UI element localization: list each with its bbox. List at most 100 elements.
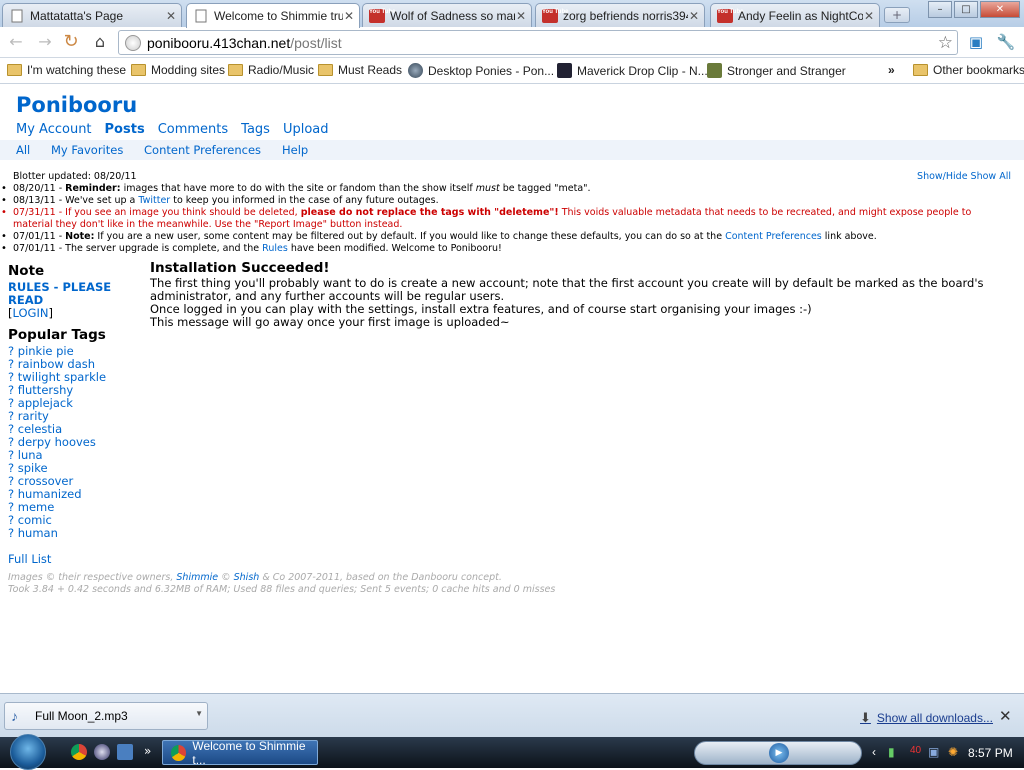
nav-comments[interactable]: Comments — [158, 122, 228, 137]
tag-help-link[interactable]: ? — [8, 344, 14, 358]
bookmark-folder-1[interactable]: Modding sites — [131, 63, 225, 77]
show-all-downloads-link[interactable]: ⬇ Show all downloads... — [860, 710, 993, 726]
tag-help-link[interactable]: ? — [8, 487, 14, 501]
bookmark-6[interactable]: Stronger and Stranger — [707, 63, 846, 78]
chevron-down-icon[interactable]: ▼ — [195, 709, 203, 718]
tab-strip: Mattatatta's Page ✕ Welcome to Shimmie t… — [0, 0, 1024, 28]
nav-tags[interactable]: Tags — [241, 122, 270, 137]
address-bar[interactable]: ponibooru.413chan.net/post/list ☆ — [118, 30, 958, 55]
nav-upload[interactable]: Upload — [283, 122, 329, 137]
sun-icon[interactable]: ✺ — [948, 745, 958, 759]
tag-help-link[interactable]: ? — [8, 513, 14, 527]
shish-link[interactable]: Shish — [234, 572, 260, 583]
tag-help-link[interactable]: ? — [8, 357, 14, 371]
youtube-icon: You Tube — [717, 8, 743, 24]
tab-3[interactable]: You Tube zorg befriends norris3942 ✕ — [535, 3, 705, 27]
clock[interactable]: 8:57 PM — [968, 746, 1013, 760]
tab-4[interactable]: You Tube Andy Feelin as NightColt - ✕ — [710, 3, 880, 27]
tag-help-link[interactable]: ? — [8, 461, 14, 475]
tag-help-link[interactable]: ? — [8, 383, 14, 397]
tray-arrow-icon[interactable]: ‹ — [872, 745, 876, 759]
close-icon[interactable]: ✕ — [999, 707, 1012, 725]
tag-link[interactable]: human — [18, 526, 58, 540]
site-title[interactable]: Ponibooru — [16, 93, 137, 117]
home-button[interactable]: ⌂ — [89, 31, 111, 53]
media-player-toolbar[interactable]: ▶ — [694, 741, 862, 765]
tag-link[interactable]: applejack — [18, 396, 73, 410]
network-icon[interactable]: ▮ — [888, 745, 895, 759]
bookmark-4[interactable]: Desktop Ponies - Pon... — [408, 63, 554, 78]
tag-link[interactable]: meme — [18, 500, 55, 514]
subnav-content-preferences[interactable]: Content Preferences — [144, 143, 261, 157]
tag-link[interactable]: celestia — [18, 422, 62, 436]
tray-icon[interactable]: ▣ — [928, 745, 939, 759]
media-player-icon[interactable] — [94, 744, 110, 760]
reload-icon[interactable]: ↻ — [60, 31, 82, 53]
tag-link[interactable]: pinkie pie — [18, 344, 74, 358]
tag-help-link[interactable]: ? — [8, 435, 14, 449]
tag-help-link[interactable]: ? — [8, 500, 14, 514]
subnav-all[interactable]: All — [16, 143, 30, 157]
twitter-link[interactable]: Twitter — [138, 195, 170, 206]
tab-close-icon[interactable]: ✕ — [515, 9, 527, 23]
tag-link[interactable]: luna — [18, 448, 43, 462]
blotter-entry: 08/20/11 - Reminder: images that have mo… — [0, 183, 1010, 195]
rules-link[interactable]: RULES - PLEASE READ — [8, 281, 138, 307]
quicklaunch-overflow-icon[interactable]: » — [144, 744, 151, 758]
bookmark-folder-0[interactable]: I'm watching these — [7, 63, 126, 77]
forward-button[interactable]: → — [34, 31, 56, 53]
tab-close-icon[interactable]: ✕ — [343, 9, 355, 23]
shimmie-link[interactable]: Shimmie — [176, 572, 218, 583]
close-window-button[interactable]: ✕ — [980, 1, 1020, 18]
tab-0[interactable]: Mattatatta's Page ✕ — [2, 3, 182, 27]
tag-link[interactable]: comic — [18, 513, 52, 527]
maximize-button[interactable]: □ — [954, 1, 978, 18]
tab-close-icon[interactable]: ✕ — [863, 9, 875, 23]
subnav-help[interactable]: Help — [282, 143, 308, 157]
tag-help-link[interactable]: ? — [8, 422, 14, 436]
tag-link[interactable]: fluttershy — [18, 383, 73, 397]
tag-link[interactable]: rarity — [18, 409, 49, 423]
wrench-icon[interactable]: 🔧 — [996, 32, 1016, 52]
bookmark-folder-2[interactable]: Radio/Music — [228, 63, 314, 77]
minimize-button[interactable]: – — [928, 1, 952, 18]
nav-my-account[interactable]: My Account — [16, 122, 92, 137]
tab-2[interactable]: You Tube Wolf of Sadness so many u ✕ — [362, 3, 532, 27]
tag-link[interactable]: humanized — [18, 487, 82, 501]
tag-link[interactable]: twilight sparkle — [18, 370, 106, 384]
chrome-icon[interactable] — [71, 744, 87, 760]
new-tab-button[interactable]: + — [884, 7, 910, 23]
tab-1[interactable]: Welcome to Shimmie trunk ✕ — [186, 3, 360, 28]
tag-help-link[interactable]: ? — [8, 370, 14, 384]
window-switch-icon[interactable] — [117, 744, 133, 760]
tag-help-link[interactable]: ? — [8, 409, 14, 423]
back-button[interactable]: ← — [5, 31, 27, 53]
bookmark-5[interactable]: Maverick Drop Clip - N... — [557, 63, 708, 78]
tag-help-link[interactable]: ? — [8, 396, 14, 410]
tab-close-icon[interactable]: ✕ — [688, 9, 700, 23]
other-bookmarks[interactable]: Other bookmarks — [913, 63, 1024, 77]
rules-link[interactable]: Rules — [262, 243, 288, 254]
full-list-link[interactable]: Full List — [8, 553, 138, 566]
taskbar-chrome-window[interactable]: Welcome to Shimmie t... — [162, 739, 318, 767]
tag-help-link[interactable]: ? — [8, 448, 14, 462]
nav-posts[interactable]: Posts — [105, 122, 145, 137]
tag-help-link[interactable]: ? — [8, 474, 14, 488]
tag-link[interactable]: derpy hooves — [18, 435, 96, 449]
subnav-my-favorites[interactable]: My Favorites — [51, 143, 123, 157]
bookmark-folder-3[interactable]: Must Reads — [318, 63, 402, 77]
tag-help-link[interactable]: ? — [8, 526, 14, 540]
login-link[interactable]: LOGIN — [13, 306, 49, 320]
bookmarks-overflow-button[interactable]: » — [888, 63, 895, 77]
tab-close-icon[interactable]: ✕ — [165, 9, 177, 23]
download-item[interactable]: ♪ Full Moon_2.mp3 ▼ — [4, 702, 208, 730]
content-preferences-link[interactable]: Content Preferences — [725, 231, 822, 242]
tag-link[interactable]: rainbow dash — [18, 357, 95, 371]
play-icon[interactable]: ▶ — [769, 743, 789, 763]
start-button[interactable] — [10, 734, 46, 770]
extension-icon[interactable]: ▣ — [966, 32, 986, 52]
tag-link[interactable]: crossover — [18, 474, 73, 488]
bookmark-star-icon[interactable]: ☆ — [938, 33, 953, 53]
blotter-toggle-link[interactable]: Show/Hide Show All — [917, 171, 1011, 183]
tag-link[interactable]: spike — [18, 461, 48, 475]
